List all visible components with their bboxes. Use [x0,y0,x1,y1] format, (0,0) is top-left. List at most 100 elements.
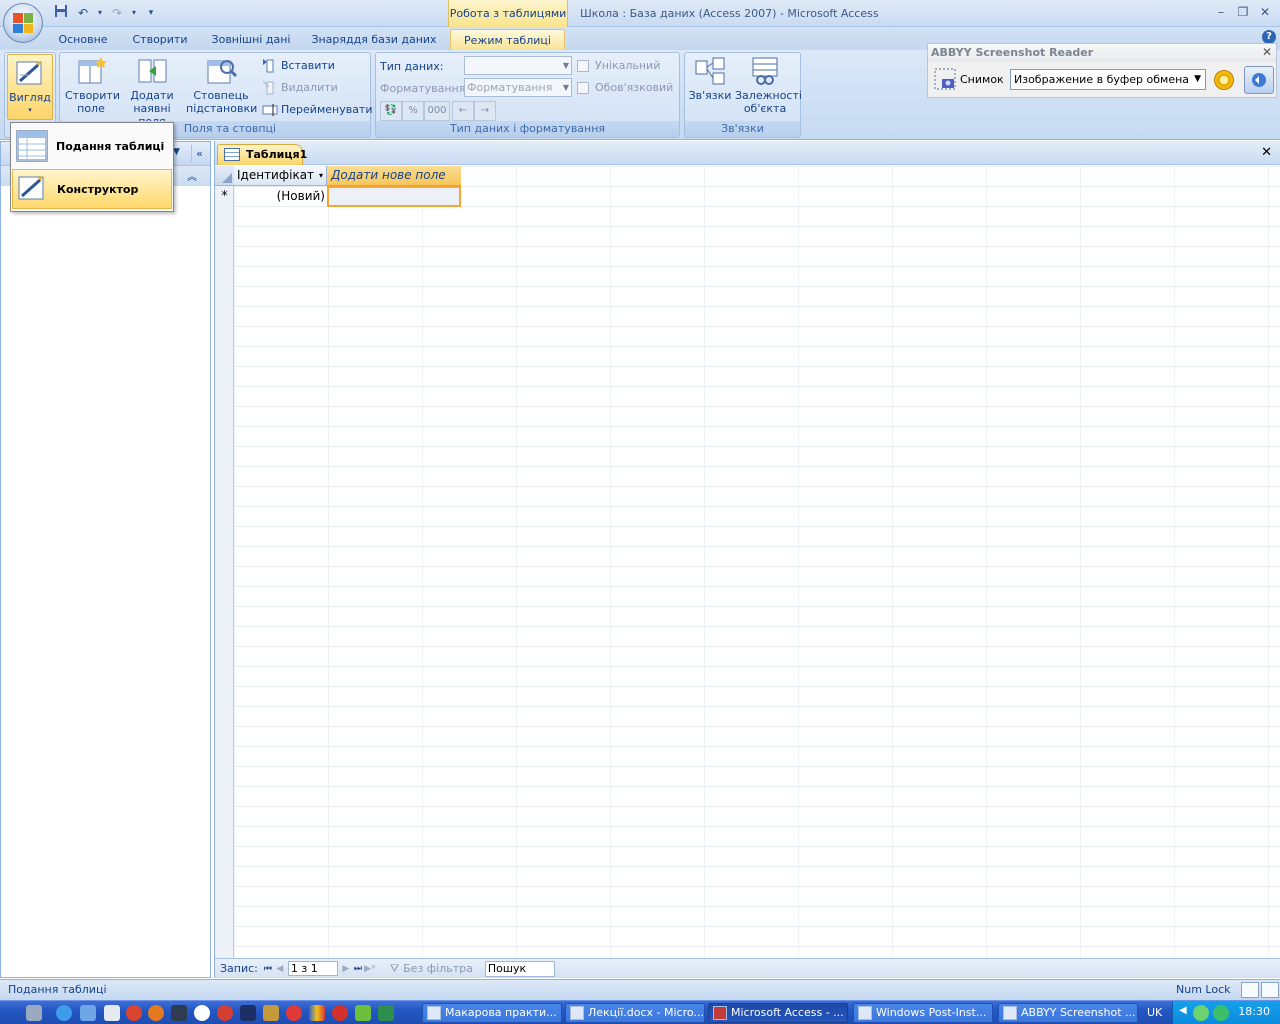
required-checkbox[interactable]: Обов'язковий [577,81,673,94]
object-dependencies-button[interactable]: Залежності об'єкта [733,55,802,115]
last-record-icon[interactable]: ⏭ [352,964,364,974]
column-header-add-field[interactable]: Додати нове поле [327,166,461,186]
lookup-column-icon [205,55,238,87]
previous-record-icon[interactable]: ◀ [274,964,286,974]
show-desktop-icon[interactable] [26,1005,42,1021]
chevron-down-icon[interactable]: ▼ [173,147,180,157]
rename-column-icon [262,102,278,118]
datatype-group-label: Тип даних і форматування [376,121,679,137]
search-input[interactable]: Пошук [484,960,555,977]
decrease-decimals-icon[interactable]: → [474,101,496,121]
tab-create[interactable]: Створити [128,29,192,50]
taskbar-item[interactable]: Лекції.docx - Micro... [565,1003,705,1023]
current-record-input[interactable]: 1 з 1 [287,961,338,976]
tab-datasheet[interactable]: Режим таблиці [450,29,565,50]
insert-column-button[interactable]: Вставити [262,57,335,75]
new-record-id-cell[interactable]: (Новий) [234,186,327,206]
minimize-icon[interactable]: – [1210,2,1232,22]
relationships-group-label: Зв'язки [685,121,800,137]
abbyy-title: ABBYY Screenshot Reader [928,44,1276,62]
collapse-group-icon[interactable]: ︽ [187,168,197,183]
app-icon[interactable] [332,1005,348,1021]
active-cell[interactable] [327,186,461,207]
undo-dropdown-icon[interactable]: ▾ [96,4,104,22]
datasheet-view-icon [16,130,48,162]
select-all-corner[interactable] [215,166,234,186]
redo-dropdown-icon[interactable]: ▾ [130,4,138,22]
filter-toggle[interactable]: ⛛ Без фільтра [390,962,473,976]
redo-icon[interactable]: ↷ [108,4,126,22]
opera-icon[interactable] [126,1005,142,1021]
abbyy-snapshot-button[interactable]: Снимок [934,68,1004,90]
tab-external-data[interactable]: Зовнішні дані [206,29,296,50]
rename-column-button[interactable]: Перейменувати [262,101,373,119]
app-icon[interactable] [263,1005,279,1021]
app-icon[interactable] [286,1005,302,1021]
office-button[interactable] [3,3,43,43]
relationships-button[interactable]: Зв'язки [687,55,733,102]
abbyy-target-select[interactable]: Изображение в буфер обмена ▼ [1010,69,1206,90]
percent-format-button[interactable]: % [402,101,424,121]
gear-icon[interactable] [1214,70,1234,90]
tab-database-tools[interactable]: Знаряддя бази даних [310,29,438,50]
download-icon[interactable] [194,1005,210,1021]
restore-icon[interactable]: ❐ [1232,2,1254,22]
save-icon[interactable] [52,4,70,22]
tab-home[interactable]: Основне [52,29,114,50]
datasheet-view-switch-icon[interactable] [1241,982,1259,998]
firefox-icon[interactable] [148,1005,164,1021]
ie-icon[interactable] [56,1005,72,1021]
target-value: Изображение в буфер обмена [1014,73,1190,86]
undo-icon[interactable]: ↶ [74,4,92,22]
datasheet-grid[interactable]: Ідентифікат ▾ Додати нове поле * (Новий) [215,166,1280,958]
row-selector-column[interactable] [215,166,234,958]
unique-checkbox[interactable]: Унікальний [577,59,660,72]
taskbar-item[interactable]: Макарова практи... [422,1003,562,1023]
app-icon[interactable] [378,1005,394,1021]
language-indicator[interactable]: UK [1147,1006,1162,1019]
notepad-icon[interactable] [104,1005,120,1021]
currency-format-icon[interactable]: 💱 [380,101,402,121]
data-type-combo[interactable]: ▼ [464,56,572,75]
column-header-id-label: Ідентифікат [237,168,315,182]
new-record-icon[interactable]: ▶* [364,964,376,974]
network-icon[interactable] [1193,1005,1209,1021]
chevron-left-icon[interactable]: ◀ [1179,1005,1189,1021]
insert-column-icon [262,58,278,74]
explorer-icon[interactable] [80,1005,96,1021]
app-icon[interactable] [355,1005,371,1021]
column-header-id[interactable]: Ідентифікат ▾ [234,166,327,186]
next-record-icon[interactable]: ▶ [340,964,352,974]
thousands-format-button[interactable]: 000 [424,101,450,121]
tab-table1[interactable]: Таблиця1 [217,144,307,165]
menu-item-design-view[interactable]: Конструктор [12,169,172,209]
taskbar-item[interactable]: Microsoft Access - ... [708,1003,848,1023]
add-existing-fields-button[interactable]: Додати наявні поля [122,55,182,128]
close-icon[interactable]: ✕ [1254,2,1276,22]
close-icon[interactable]: ✕ [1262,45,1272,59]
object-dependencies-icon [749,55,781,87]
first-record-icon[interactable]: ⏮ [262,964,274,974]
abbyy-capture-button[interactable] [1244,66,1274,94]
customize-qat-icon[interactable]: ▾ [142,4,160,22]
view-button[interactable]: Вигляд ▾ [7,54,53,120]
help-icon[interactable]: ? [1262,30,1276,44]
increase-decimals-icon[interactable]: ← [452,101,474,121]
chevron-down-icon[interactable]: ▾ [319,166,323,185]
messenger-icon[interactable] [1213,1005,1229,1021]
app-icon[interactable] [217,1005,233,1021]
shutter-bar-close-icon[interactable]: « [191,145,207,162]
app-icon[interactable] [309,1005,325,1021]
app-icon[interactable] [240,1005,256,1021]
create-field-button[interactable]: Створити поле [62,55,120,115]
insert-label: Вставити [281,59,335,72]
delete-column-button[interactable]: Видалити [262,79,338,97]
media-icon[interactable] [171,1005,187,1021]
taskbar-item[interactable]: Windows Post-Inst... [853,1003,993,1023]
menu-item-datasheet-view[interactable]: Подання таблиці [12,126,172,166]
lookup-column-button[interactable]: Стовпець підстановки [184,55,258,115]
taskbar-item[interactable]: ABBYY Screenshot ... [998,1003,1138,1023]
design-view-switch-icon[interactable] [1261,982,1279,998]
format-combo[interactable]: Форматування ▼ [464,78,572,97]
close-icon[interactable]: ✕ [1261,145,1272,160]
